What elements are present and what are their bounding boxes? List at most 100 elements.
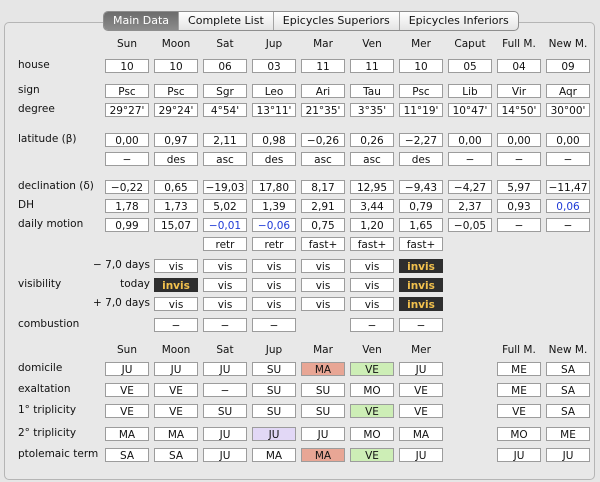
latdir-cell: − xyxy=(497,152,541,166)
latdir-cell: des xyxy=(252,152,296,166)
daily-cell: 1,65 xyxy=(399,218,443,232)
column-header: Sun xyxy=(117,38,137,50)
domicile-cell: JU xyxy=(154,362,198,376)
degree-cell: 14°50' xyxy=(497,103,541,117)
vis_today-cell: invis xyxy=(154,278,198,292)
column-header: Sat xyxy=(216,38,234,50)
tab-epicycles-superiors[interactable]: Epicycles Superiors xyxy=(272,12,399,30)
vis_plus-cell: invis xyxy=(399,297,443,311)
declination-cell: 17,80 xyxy=(252,180,296,194)
dh-cell: 1,39 xyxy=(252,199,296,213)
label-plus-days: + 7,0 days xyxy=(93,297,150,309)
vis_today-cell: vis xyxy=(252,278,296,292)
sign-cell: Psc xyxy=(105,84,149,98)
house-cell: 09 xyxy=(546,59,590,73)
label-exaltation: exaltation xyxy=(18,383,71,395)
degree-cell: 29°27' xyxy=(105,103,149,117)
tab-epicycles-inferiors[interactable]: Epicycles Inferiors xyxy=(398,12,518,30)
house-cell: 10 xyxy=(154,59,198,73)
trip2-cell: JU xyxy=(203,427,247,441)
trip1-cell: VE xyxy=(154,404,198,418)
declination-cell: 8,17 xyxy=(301,180,345,194)
domicile-cell: JU xyxy=(399,362,443,376)
house-cell: 10 xyxy=(399,59,443,73)
declination-cell: −19,03 xyxy=(203,180,247,194)
latdir-cell: − xyxy=(105,152,149,166)
ptol-cell: VE xyxy=(350,448,394,462)
column-header-lower: Full M. xyxy=(502,344,536,356)
house-cell: 05 xyxy=(448,59,492,73)
house-cell: 10 xyxy=(105,59,149,73)
declination-cell: −4,27 xyxy=(448,180,492,194)
sign-cell: Aqr xyxy=(546,84,590,98)
degree-cell: 21°35' xyxy=(301,103,345,117)
latitude-cell: 0,26 xyxy=(350,133,394,147)
trip1-cell: VE xyxy=(105,404,149,418)
daily-cell: −0,06 xyxy=(252,218,296,232)
daily-cell: − xyxy=(497,218,541,232)
domicile-cell: JU xyxy=(203,362,247,376)
trip2-cell: JU xyxy=(252,427,296,441)
daily-cell: 0,99 xyxy=(105,218,149,232)
dh-cell: 0,93 xyxy=(497,199,541,213)
vis_minus-cell: vis xyxy=(252,259,296,273)
motion-cell: fast+ xyxy=(399,237,443,251)
vis_minus-cell: vis xyxy=(154,259,198,273)
trip2-cell: MO xyxy=(350,427,394,441)
column-header-lower: Mer xyxy=(411,344,431,356)
daily-cell: 1,20 xyxy=(350,218,394,232)
column-header-lower: Moon xyxy=(161,344,191,356)
house-cell: 06 xyxy=(203,59,247,73)
vis_minus-cell: invis xyxy=(399,259,443,273)
ptol-cell: JU xyxy=(399,448,443,462)
sign-cell: Sgr xyxy=(203,84,247,98)
declination-cell: −9,43 xyxy=(399,180,443,194)
trip2-cell: MO xyxy=(497,427,541,441)
column-header: Jup xyxy=(265,38,283,50)
tab-complete-list[interactable]: Complete List xyxy=(178,12,273,30)
trip2-cell: MA xyxy=(105,427,149,441)
label-latitude: latitude (β) xyxy=(18,133,77,145)
latitude-cell: −0,26 xyxy=(301,133,345,147)
vis_plus-cell: vis xyxy=(350,297,394,311)
trip1-cell: SU xyxy=(301,404,345,418)
column-header-lower: New M. xyxy=(548,344,588,356)
degree-cell: 29°24' xyxy=(154,103,198,117)
exaltation-cell: SU xyxy=(252,383,296,397)
exaltation-cell: VE xyxy=(105,383,149,397)
trip2-cell: MA xyxy=(399,427,443,441)
vis_today-cell: invis xyxy=(399,278,443,292)
column-header-lower: Ven xyxy=(362,344,382,356)
tab-main-data[interactable]: Main Data xyxy=(104,12,179,30)
dh-cell: 1,73 xyxy=(154,199,198,213)
motion-cell: fast+ xyxy=(350,237,394,251)
latdir-cell: asc xyxy=(203,152,247,166)
daily-cell: − xyxy=(546,218,590,232)
vis_minus-cell: vis xyxy=(350,259,394,273)
dh-cell: 3,44 xyxy=(350,199,394,213)
column-header: Mar xyxy=(313,38,333,50)
trip1-cell: VE xyxy=(497,404,541,418)
ptol-cell: SA xyxy=(154,448,198,462)
degree-cell: 4°54' xyxy=(203,103,247,117)
sign-cell: Ari xyxy=(301,84,345,98)
vis_today-cell: vis xyxy=(350,278,394,292)
latdir-cell: − xyxy=(546,152,590,166)
vis_plus-cell: vis xyxy=(154,297,198,311)
declination-cell: −11,47 xyxy=(546,180,590,194)
column-header: New M. xyxy=(548,38,588,50)
dh-cell: 1,78 xyxy=(105,199,149,213)
column-header: Mer xyxy=(411,38,431,50)
trip1-cell: SA xyxy=(546,404,590,418)
trip2-cell: MA xyxy=(154,427,198,441)
vis_plus-cell: vis xyxy=(301,297,345,311)
latitude-cell: 0,97 xyxy=(154,133,198,147)
latitude-cell: 0,98 xyxy=(252,133,296,147)
domicile-cell: JU xyxy=(105,362,149,376)
sign-cell: Lib xyxy=(448,84,492,98)
domicile-cell: VE xyxy=(350,362,394,376)
combustion-cell: − xyxy=(154,318,198,332)
domicile-cell: SA xyxy=(546,362,590,376)
exaltation-cell: − xyxy=(203,383,247,397)
daily-cell: −0,05 xyxy=(448,218,492,232)
